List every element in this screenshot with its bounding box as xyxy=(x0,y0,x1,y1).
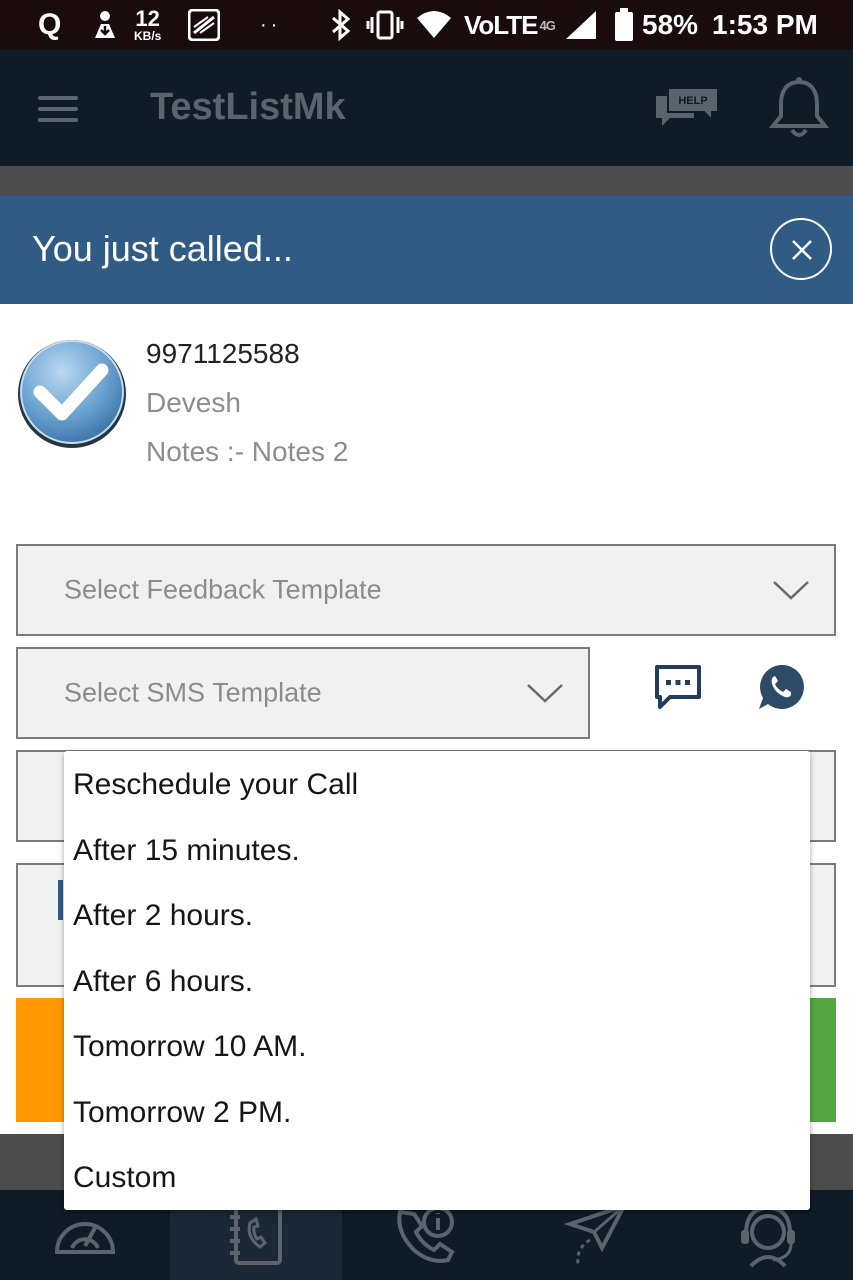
dropdown-item-2-hours[interactable]: After 2 hours. xyxy=(73,899,253,933)
bell-icon[interactable] xyxy=(768,76,830,147)
paper-plane-icon xyxy=(563,1202,629,1265)
close-button[interactable] xyxy=(770,218,832,280)
chevron-down-icon xyxy=(527,684,563,703)
battery-percent: 58% xyxy=(642,9,699,40)
app-title: TestListMk xyxy=(150,86,346,128)
speed-unit: KB/s xyxy=(134,29,162,43)
dropdown-item-tomorrow-2pm[interactable]: Tomorrow 2 PM. xyxy=(73,1096,291,1130)
sms-icon[interactable] xyxy=(654,664,702,715)
dropdown-item-6-hours[interactable]: After 6 hours. xyxy=(73,965,253,999)
contact-name: Devesh xyxy=(146,387,241,418)
download-icon xyxy=(92,0,118,50)
help-icon-label: HELP xyxy=(678,95,707,107)
close-icon xyxy=(792,240,812,260)
reschedule-dropdown: Reschedule your Call After 15 minutes. A… xyxy=(64,751,810,1210)
status-time: 1:53 PM xyxy=(712,9,818,40)
chevron-down-icon xyxy=(773,581,809,600)
notification-dots: ·· xyxy=(260,13,282,36)
headset-support-icon xyxy=(740,1205,795,1268)
status-bar: Q 12 KB/s ·· VoLTE 4G 58% 1:53 PM xyxy=(0,0,853,50)
dialog-header: You just called... xyxy=(0,196,853,304)
status-q-label: Q xyxy=(38,8,62,41)
speed-value: 12 xyxy=(135,6,160,31)
dropdown-item-custom[interactable]: Custom xyxy=(73,1161,176,1195)
dropdown-item-tomorrow-10am[interactable]: Tomorrow 10 AM. xyxy=(73,1030,306,1064)
dialog-title: You just called... xyxy=(32,228,293,269)
checkmark-avatar-icon xyxy=(16,336,128,455)
overlay-strip xyxy=(0,166,853,196)
feedback-template-placeholder: Select Feedback Template xyxy=(64,574,382,605)
speedometer-icon xyxy=(54,1222,116,1254)
wifi-icon xyxy=(416,0,452,50)
network-label: VoLTE xyxy=(464,9,538,40)
contact-notes: Notes :- Notes 2 xyxy=(146,436,349,467)
network-speed: 12 KB/s xyxy=(134,0,161,50)
sms-template-select[interactable]: Select SMS Template xyxy=(16,647,590,739)
battery-icon xyxy=(614,0,634,50)
call-info-icon xyxy=(397,1206,455,1263)
dropdown-item-15-minutes[interactable]: After 15 minutes. xyxy=(73,834,300,868)
network-sup: 4G xyxy=(539,17,555,33)
feedback-template-select[interactable]: Select Feedback Template xyxy=(16,544,836,636)
network-type: VoLTE 4G xyxy=(464,0,556,50)
contact-number: 9971125588 xyxy=(146,338,300,369)
app-header: TestListMk HELP xyxy=(0,50,853,166)
vibrate-icon xyxy=(366,0,404,50)
dropdown-header[interactable]: Reschedule your Call xyxy=(73,768,358,802)
blackberry-icon xyxy=(188,0,220,50)
whatsapp-icon[interactable] xyxy=(756,662,806,717)
hamburger-menu-icon[interactable] xyxy=(38,96,78,122)
help-icon[interactable]: HELP xyxy=(654,84,720,137)
phonebook-icon xyxy=(230,1205,282,1265)
sms-template-placeholder: Select SMS Template xyxy=(64,677,322,708)
bluetooth-icon xyxy=(330,0,352,50)
signal-icon xyxy=(564,0,598,50)
text-cursor xyxy=(58,880,63,920)
